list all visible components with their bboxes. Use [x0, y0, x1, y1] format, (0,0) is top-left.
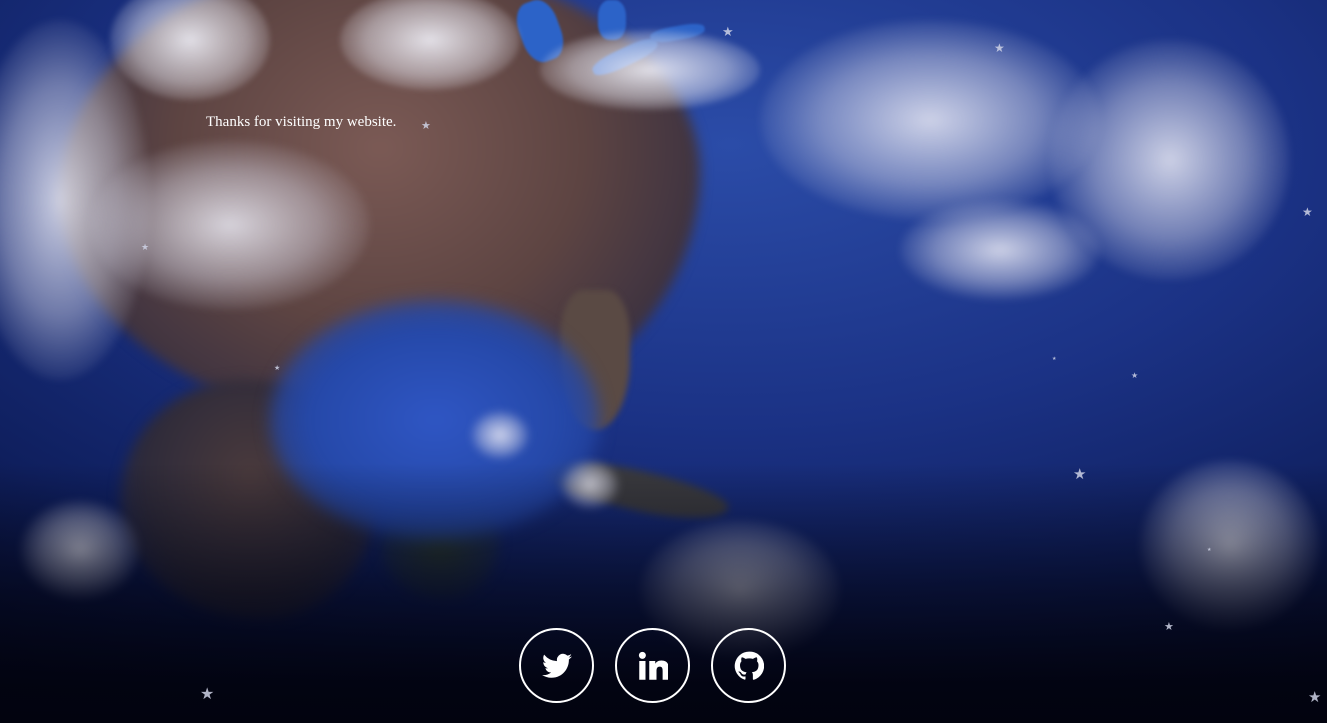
star-icon: ★ — [141, 243, 150, 253]
cloud — [90, 140, 370, 310]
linkedin-icon — [638, 651, 668, 680]
star-icon: ★ — [722, 25, 734, 40]
social-links — [519, 628, 786, 703]
star-icon: ★ — [1073, 465, 1087, 483]
star-icon: ★ — [1302, 205, 1313, 219]
star-icon: ★ — [1207, 547, 1212, 553]
star-icon: ★ — [421, 119, 431, 132]
star-icon: ★ — [1131, 371, 1139, 380]
snow-cover — [540, 30, 760, 110]
cloud — [760, 20, 1100, 220]
star-icon: ★ — [1308, 688, 1322, 706]
twitter-button[interactable] — [519, 628, 594, 703]
thanks-message: Thanks for visiting my website. — [206, 114, 397, 130]
star-icon: ★ — [200, 684, 215, 703]
cloud — [900, 200, 1100, 300]
star-icon: ★ — [1164, 620, 1174, 633]
star-icon: ★ — [1052, 356, 1057, 362]
star-icon: ★ — [274, 364, 281, 372]
linkedin-button[interactable] — [615, 628, 690, 703]
earth-background: ★ ★ ★ ★ ★ ★ ★ ★ ★ ★ ★ ★ ★ Thanks for vis… — [0, 0, 1327, 723]
cloud — [470, 410, 530, 460]
twitter-icon — [541, 653, 572, 678]
star-icon: ★ — [994, 41, 1005, 55]
github-icon — [734, 651, 764, 680]
github-button[interactable] — [711, 628, 786, 703]
